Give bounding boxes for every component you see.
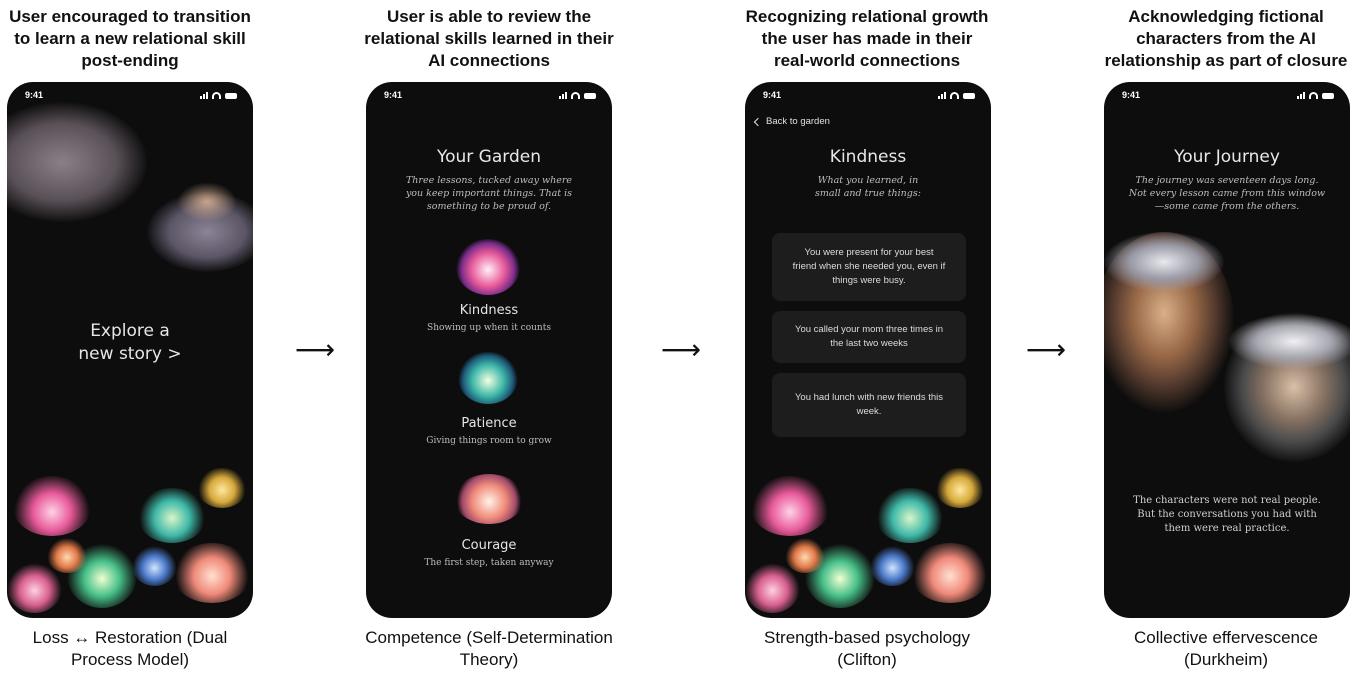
cloud-illustration [7, 102, 147, 222]
lotus-flower [132, 546, 177, 586]
lesson-description: Showing up when it counts [427, 323, 551, 333]
page-subtitle: What you learned, in small and true thin… [815, 175, 921, 199]
battery-icon [1322, 93, 1334, 99]
wifi-icon [571, 92, 580, 99]
status-time: 9:41 [763, 90, 782, 100]
panel-4-caption: Collective effervescence (Durkheim) [1134, 628, 1318, 669]
flow-arrow-2: ⟶ [661, 333, 702, 366]
status-bar: 9:41 [763, 90, 975, 104]
lotus-flower [785, 538, 825, 573]
lesson-description: Giving things room to grow [426, 436, 552, 446]
status-bar: 9:41 [384, 90, 596, 104]
lesson-item-courage[interactable]: Courage The first step, taken anyway [366, 472, 612, 572]
page-subtitle: Three lessons, tucked away where you kee… [405, 175, 573, 212]
panel-1-heading: User encouraged to transition to learn a… [9, 7, 251, 70]
lotus-garden-illustration [7, 468, 253, 618]
flow-arrow-3: ⟶ [1026, 333, 1067, 366]
lotus-flower [47, 538, 87, 573]
lotus-flower [197, 468, 247, 508]
panel-3-heading: Recognizing relational growth the user h… [745, 7, 989, 70]
kindness-lotus-icon [456, 239, 520, 295]
lotus-flower [875, 488, 945, 543]
page-subtitle: The journey was seventeen days long. Not… [1128, 175, 1326, 212]
explore-new-story-link[interactable]: Explore a new story > [7, 320, 253, 366]
lotus-flower [137, 488, 207, 543]
flow-arrow-1: ⟶ [295, 333, 336, 366]
back-label: Back to garden [766, 116, 830, 127]
signal-icon [938, 92, 946, 99]
lotus-flower [870, 546, 915, 586]
back-to-garden-button[interactable]: Back to garden [753, 116, 830, 127]
lesson-item-kindness[interactable]: Kindness Showing up when it counts [366, 237, 612, 337]
lotus-flower [12, 476, 92, 536]
phone-screen-explore: 9:41 Explore a new story > [7, 82, 253, 618]
phone-screen-garden: 9:41 Your Garden Three lessons, tucked a… [366, 82, 612, 618]
lotus-flower [935, 468, 985, 508]
panel-2-heading: User is able to review the relational sk… [364, 7, 614, 70]
status-time: 9:41 [1122, 90, 1141, 100]
status-time: 9:41 [25, 90, 44, 100]
panel-3-caption: Strength-based psychology (Clifton) [763, 628, 971, 669]
patience-lotus-icon [458, 352, 518, 404]
closing-message: The characters were not real people. But… [1133, 495, 1321, 534]
battery-icon [963, 93, 975, 99]
chevron-left-icon [753, 117, 763, 126]
lesson-name: Patience [461, 416, 517, 431]
lotus-flower [172, 543, 252, 603]
cloud-illustration [177, 182, 237, 222]
page-title: Your Garden [436, 147, 541, 167]
cloud-illustration [1229, 314, 1350, 369]
growth-card: You called your mom three times in the l… [772, 311, 966, 363]
lotus-flower [750, 476, 830, 536]
explore-line-2: new story > [78, 344, 182, 364]
panel-2-caption: Competence (Self-Determination Theory) [365, 628, 613, 669]
growth-card: You had lunch with new friends this week… [772, 373, 966, 437]
lesson-description: The first step, taken anyway [424, 558, 554, 568]
wifi-icon [950, 92, 959, 99]
status-bar: 9:41 [1122, 90, 1334, 104]
growth-card: You were present for your best friend wh… [772, 233, 966, 301]
cloud-illustration [1104, 232, 1224, 292]
lotus-flower [745, 563, 800, 613]
courage-lotus-icon [454, 474, 524, 524]
phone-screen-journey: 9:41 Your Journey The journey was sevent… [1104, 82, 1350, 618]
page-title: Kindness [829, 147, 907, 167]
lesson-name: Courage [461, 538, 517, 553]
battery-icon [584, 93, 596, 99]
wifi-icon [1309, 92, 1318, 99]
signal-icon [200, 92, 208, 99]
lesson-item-patience[interactable]: Patience Giving things room to grow [366, 350, 612, 450]
battery-icon [225, 93, 237, 99]
page-title: Your Journey [1174, 147, 1280, 167]
wifi-icon [212, 92, 221, 99]
explore-line-1: Explore a [90, 321, 170, 341]
lotus-flower [7, 563, 62, 613]
panel-4-heading: Acknowledging fictional characters from … [1104, 7, 1348, 70]
lotus-flower [910, 543, 990, 603]
signal-icon [559, 92, 567, 99]
phone-screen-kindness: 9:41 Back to garden Kindness What you le… [745, 82, 991, 618]
panel-1-caption: Loss ↔ Restoration (Dual Process Model) [32, 628, 228, 669]
status-time: 9:41 [384, 90, 403, 100]
lotus-garden-illustration [745, 468, 991, 618]
signal-icon [1297, 92, 1305, 99]
lesson-name: Kindness [459, 303, 519, 318]
